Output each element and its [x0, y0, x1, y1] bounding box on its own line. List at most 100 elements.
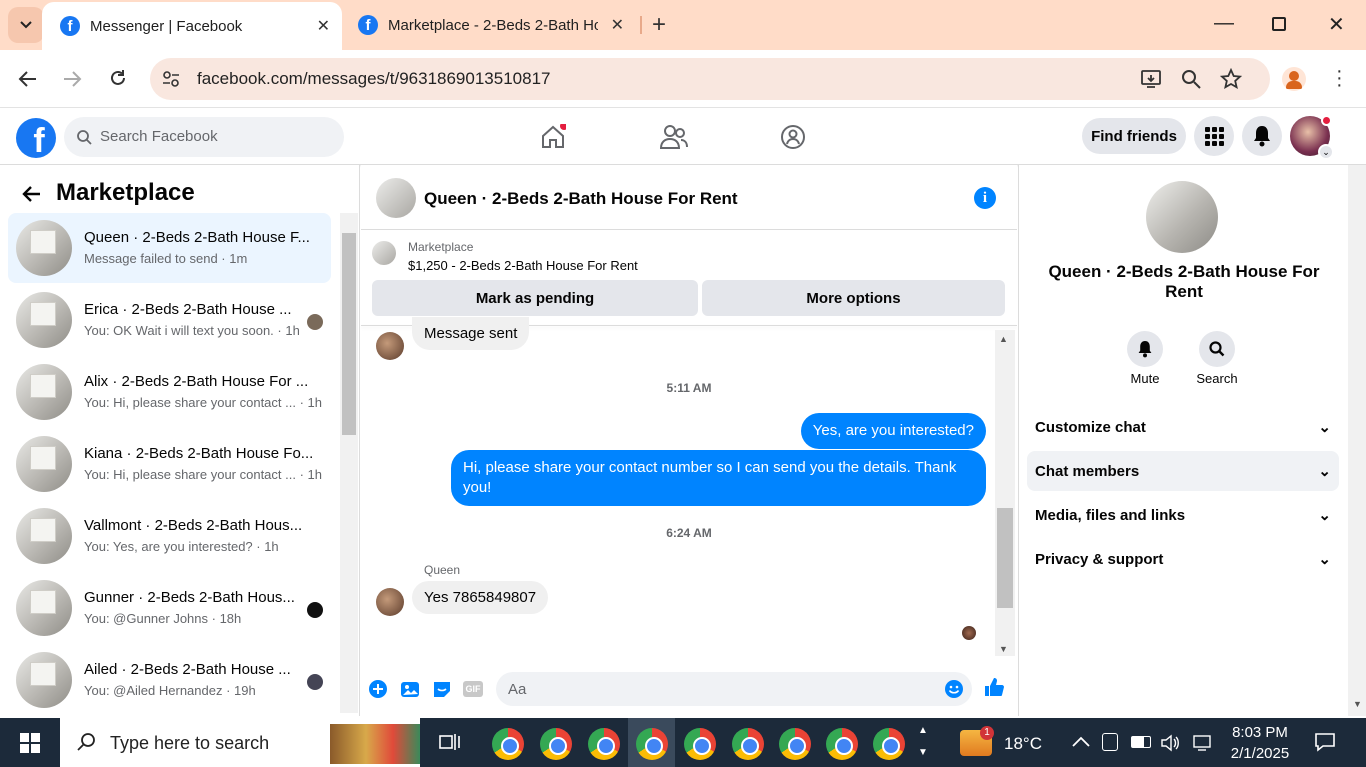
taskbar-clock[interactable]: 8:03 PM 2/1/2025	[1224, 722, 1296, 764]
listing-thumbnail	[16, 652, 72, 708]
chat-scrollbar[interactable]: ▲ ▼	[995, 330, 1015, 656]
conversation-scrollbar[interactable]	[340, 213, 358, 713]
sender-name: Queen	[424, 563, 461, 577]
meet-now-icon[interactable]	[1102, 733, 1118, 751]
notification-center-icon[interactable]	[1314, 732, 1336, 752]
chevron-up-icon[interactable]	[1072, 736, 1090, 748]
profile-avatar[interactable]	[1282, 67, 1306, 91]
section-chat-members[interactable]: Chat members ⌄	[1027, 451, 1339, 491]
chrome-taskbar-icon[interactable]	[492, 728, 524, 760]
tab-title: Messenger | Facebook	[90, 17, 243, 35]
reload-icon[interactable]	[108, 68, 128, 88]
new-tab-button[interactable]: +	[652, 11, 666, 39]
back-arrow-icon[interactable]	[22, 185, 42, 203]
volume-icon[interactable]	[1160, 734, 1180, 752]
minimize-icon[interactable]: —	[1214, 12, 1234, 35]
tab-messenger[interactable]: f Messenger | Facebook ✕	[42, 2, 342, 50]
chrome-taskbar-icon[interactable]	[732, 728, 764, 760]
chevron-down-icon	[20, 21, 32, 29]
menu-kebab-icon[interactable]: · · ·	[1336, 61, 1343, 95]
section-customize-chat[interactable]: Customize chat ⌄	[1027, 407, 1339, 447]
more-options-button[interactable]: More options	[702, 280, 1005, 316]
task-view-icon[interactable]	[439, 732, 461, 752]
battery-icon[interactable]	[1131, 736, 1151, 748]
restore-icon[interactable]	[1272, 17, 1286, 31]
close-tab-icon[interactable]: ✕	[611, 15, 624, 35]
close-window-icon[interactable]: ✕	[1328, 12, 1345, 37]
thumbs-up-icon[interactable]	[983, 676, 1005, 698]
search-facebook-input[interactable]: Search Facebook	[64, 117, 344, 157]
emoji-icon[interactable]	[944, 679, 964, 699]
find-friends-button[interactable]: Find friends	[1082, 118, 1186, 154]
windows-start-icon[interactable]	[20, 733, 40, 753]
back-arrow-icon[interactable]	[18, 70, 38, 88]
tab-search-button[interactable]	[8, 7, 44, 43]
site-settings-icon[interactable]	[162, 70, 180, 88]
listing-title[interactable]: $1,250 - 2-Beds 2-Bath House For Rent	[408, 258, 638, 273]
plus-circle-icon[interactable]	[368, 679, 388, 699]
conversation-item-gunner[interactable]: Gunner · 2-Beds 2-Bath Hous... You: @Gun…	[8, 573, 331, 643]
groups-icon[interactable]	[780, 124, 806, 150]
photo-icon[interactable]	[400, 679, 420, 699]
conversation-name: Alix · 2-Beds 2-Bath House For ...	[84, 373, 309, 390]
sticker-icon[interactable]	[432, 679, 452, 699]
info-icon[interactable]: i	[974, 187, 996, 209]
mark-as-pending-button[interactable]: Mark as pending	[372, 280, 698, 316]
chrome-taskbar-icon[interactable]	[684, 728, 716, 760]
listing-label: Marketplace	[408, 240, 474, 254]
section-privacy-support[interactable]: Privacy & support ⌄	[1027, 539, 1339, 579]
page-scrollbar[interactable]: ▼	[1348, 165, 1366, 716]
weather-badge: 1	[980, 726, 994, 740]
chat-avatar[interactable]	[376, 178, 416, 218]
conversation-snippet: You: OK Wait i will text you soon. · 1h	[84, 323, 300, 338]
forward-arrow-icon[interactable]	[62, 70, 82, 88]
taskbar-search-box[interactable]: Type here to search	[60, 718, 420, 767]
chevron-down-icon: ⌄	[1318, 144, 1334, 160]
message-bubble-incoming[interactable]: Yes 7865849807	[412, 581, 549, 614]
tab-marketplace[interactable]: f Marketplace - 2-Beds 2-Bath Ho ✕	[344, 0, 640, 50]
message-bubble-outgoing[interactable]: Hi, please share your contact number so …	[451, 450, 986, 506]
section-media-files-links[interactable]: Media, files and links ⌄	[1027, 495, 1339, 535]
bell-icon	[1254, 126, 1270, 147]
mute-button[interactable]	[1127, 331, 1163, 367]
bookmark-star-icon[interactable]	[1220, 68, 1242, 90]
network-icon[interactable]	[1192, 734, 1212, 752]
taskbar-overflow-arrows[interactable]: ▲ ▼	[918, 720, 928, 764]
install-app-icon[interactable]	[1140, 68, 1162, 90]
message-bubble-outgoing[interactable]: Yes, are you interested?	[800, 413, 986, 449]
search-icon	[77, 733, 95, 751]
address-bar[interactable]: facebook.com/messages/t/9631869013510817	[150, 58, 1270, 100]
browser-tab-strip: f Messenger | Facebook ✕ f Marketplace -…	[0, 0, 1366, 50]
account-avatar[interactable]: ⌄	[1290, 115, 1334, 160]
conversation-item-alix[interactable]: Alix · 2-Beds 2-Bath House For ... You: …	[8, 357, 331, 427]
scroll-down-icon[interactable]: ▼	[1353, 699, 1362, 709]
scroll-down-icon[interactable]: ▼	[999, 644, 1008, 654]
chat-title[interactable]: Queen · 2-Beds 2-Bath House For Rent	[424, 189, 738, 209]
message-input[interactable]: Aa	[496, 672, 972, 706]
chrome-taskbar-icon[interactable]	[588, 728, 620, 760]
friends-icon[interactable]	[660, 124, 688, 150]
conversation-item-erica[interactable]: Erica · 2-Beds 2-Bath House ... You: OK …	[8, 285, 331, 355]
conversation-item-kiana[interactable]: Kiana · 2-Beds 2-Bath House Fo... You: H…	[8, 429, 331, 499]
message-bubble-incoming[interactable]: Message sent	[412, 317, 530, 350]
facebook-favicon-icon: f	[358, 15, 378, 35]
chrome-taskbar-icon[interactable]	[779, 728, 811, 760]
conversation-item-ailed[interactable]: Ailed · 2-Beds 2-Bath House ... You: @Ai…	[8, 645, 331, 715]
conversation-item-queen[interactable]: Queen · 2-Beds 2-Bath House F... Message…	[8, 213, 331, 283]
gif-icon[interactable]: GIF	[463, 681, 483, 697]
search-conversation-button[interactable]	[1199, 331, 1235, 367]
home-icon[interactable]	[540, 124, 566, 150]
notifications-button[interactable]	[1242, 116, 1282, 156]
section-label: Media, files and links	[1035, 506, 1186, 524]
chrome-taskbar-icon[interactable]	[826, 728, 858, 760]
scroll-up-icon[interactable]: ▲	[999, 334, 1008, 344]
conversation-item-vallmont[interactable]: Vallmont · 2-Beds 2-Bath Hous... You: Ye…	[8, 501, 331, 571]
facebook-logo-icon[interactable]: f	[16, 118, 56, 158]
chrome-taskbar-icon[interactable]	[873, 728, 905, 760]
zoom-icon[interactable]	[1181, 69, 1201, 89]
chrome-taskbar-icon[interactable]	[636, 728, 668, 760]
menu-button[interactable]	[1194, 116, 1234, 156]
close-tab-icon[interactable]: ✕	[317, 16, 330, 36]
chrome-taskbar-icon[interactable]	[540, 728, 572, 760]
facebook-header: f Search Facebook Find friends ⌄	[0, 108, 1366, 165]
